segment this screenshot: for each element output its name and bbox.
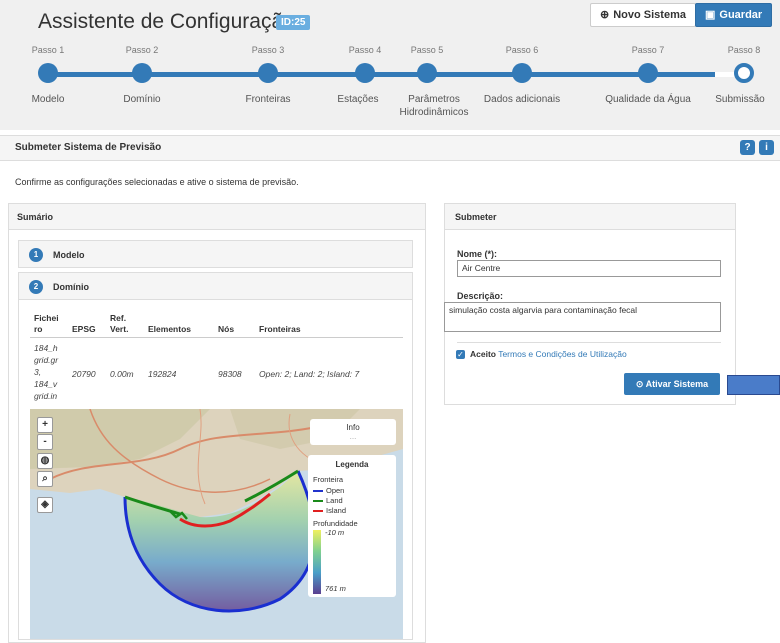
step-1-label: Passo 1 [31,45,65,55]
collapsed-side-tab[interactable] [727,375,780,395]
legend-title: Legenda [335,460,369,469]
search-icon[interactable]: ⌕ [37,471,53,487]
intro-text: Confirme as configurações selecionadas e… [15,177,299,187]
col-elementos: Elementos [148,324,191,334]
step-3-label: Passo 3 [251,45,285,55]
info-icon[interactable]: i [759,140,774,155]
description-label: Descrição: [457,291,504,301]
col-epsg: EPSG [72,324,96,334]
id-badge: ID:25 [276,15,311,30]
accordion-modelo[interactable]: 1 Modelo [18,240,413,268]
accept-terms-checkbox[interactable]: ✓ [456,350,465,359]
step-6-label: Passo 6 [505,45,539,55]
col-ref-vert: Ref. Vert. [110,313,129,334]
step-8-dot-current[interactable] [734,63,754,83]
plus-circle-icon: ⊕ [600,9,610,21]
step-8-name: Submissão [715,94,765,105]
step-4-label: Passo 4 [348,45,382,55]
accordion-dominio[interactable]: 2 Domínio [18,272,413,300]
new-system-button[interactable]: ⊕ Novo Sistema [590,3,696,27]
step-5-label: Passo 5 [410,45,444,55]
cell-nos: 98308 [218,369,242,379]
step-1-dot[interactable] [38,63,58,83]
col-ficheiro: Fichei ro [34,313,59,334]
map-legend: Legenda Fronteira Open Land Island Profu… [308,455,396,597]
legend-boundary-heading: Fronteira [313,475,344,484]
col-nos: Nós [218,324,235,334]
terms-link[interactable]: Termos e Condições de Utilização [498,349,627,359]
activate-system-button[interactable]: ⊙ Ativar Sistema [624,373,720,395]
zoom-out-button[interactable]: - [37,434,53,450]
col-fronteiras: Fronteiras [259,324,301,334]
legend-item-open: Open [313,486,391,495]
cell-fronteiras: Open: 2; Land: 2; Island: 7 [259,369,360,379]
form-divider [457,342,721,343]
floppy-disk-icon: ▣ [705,9,716,21]
cell-ficheiro: 184_h grid.gr 3, 184_v grid.in [34,343,59,401]
legend-item-island: Island [313,506,391,515]
depth-max: 761 m [325,584,346,593]
depth-min: -10 m [325,528,345,537]
cell-epsg: 20790 [72,369,96,379]
name-label: Nome (*): [457,249,497,259]
step-4-dot[interactable] [355,63,375,83]
cell-ref-vert: 0.00m [110,369,134,379]
summary-title: Sumário [9,204,425,230]
step-3-name: Fronteiras [245,94,291,105]
step-7-dot[interactable] [638,63,658,83]
submit-title: Submeter [445,204,735,230]
zoom-in-button[interactable]: + [37,417,53,433]
legend-item-land: Land [313,496,391,505]
domain-map[interactable]: + - ◍ ⌕ ◈ Info ... Legenda Fronteira Ope… [30,409,403,639]
step-5-dot[interactable] [417,63,437,83]
step-8-label: Passo 8 [727,45,761,55]
legend-depth-heading: Profundidade [313,519,358,528]
accordion-number: 1 [29,248,43,262]
step-1-name: Modelo [31,94,65,105]
info-title: Info [346,423,360,432]
page-title: Assistente de Configuração [38,10,295,33]
help-icon[interactable]: ? [740,140,755,155]
step-6-dot[interactable] [512,63,532,83]
description-field[interactable]: simulação costa algarvia para contaminaç… [444,302,721,332]
step-4-name: Estações [337,94,379,105]
power-icon: ⊙ [635,379,644,389]
depth-colorbar: -10 m 761 m [313,528,391,598]
save-button[interactable]: ▣ Guardar [695,3,773,27]
step-3-dot[interactable] [258,63,278,83]
section-title: Submeter Sistema de Previsão [15,142,162,153]
map-info-box: Info ... [310,419,396,445]
step-2-label: Passo 2 [125,45,159,55]
step-2-dot[interactable] [132,63,152,83]
step-7-label: Passo 7 [631,45,665,55]
globe-icon[interactable]: ◍ [37,453,53,469]
step-5-name: Parâmetros Hidrodinâmicos [399,94,469,118]
step-7-name: Qualidade da Água [605,94,691,105]
section-header: Submeter Sistema de Previsão ? i [0,135,780,161]
layers-icon[interactable]: ◈ [37,497,53,513]
accordion-number: 2 [29,280,43,294]
accept-terms-text: Aceito Termos e Condições de Utilização [470,349,627,359]
name-field[interactable]: Air Centre [457,260,721,277]
step-6-name: Dados adicionais [483,94,561,105]
cell-elementos: 192824 [148,369,177,379]
table-divider [30,337,403,338]
info-placeholder: ... [349,432,357,441]
step-2-name: Domínio [123,94,161,105]
